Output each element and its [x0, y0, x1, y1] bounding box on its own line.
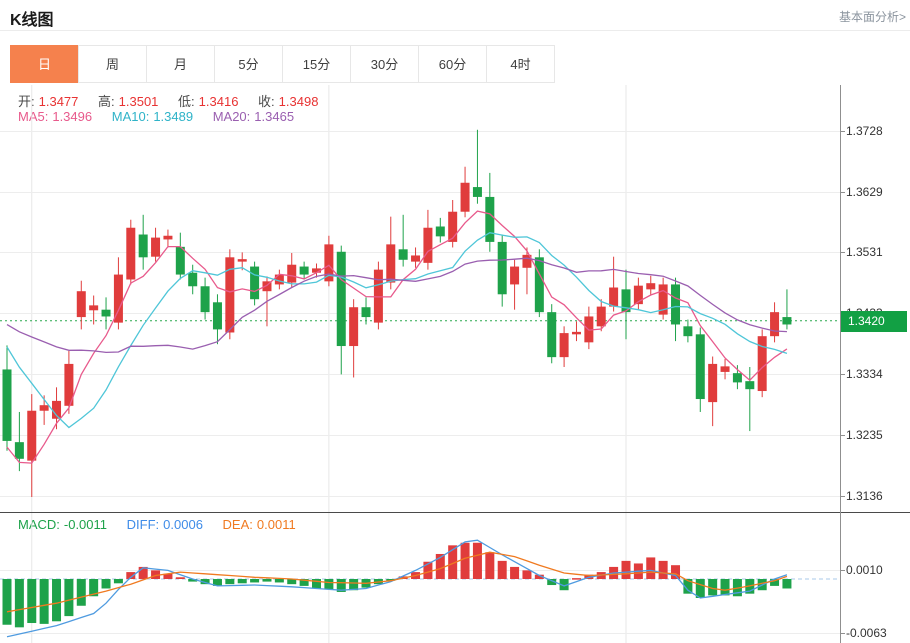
price-axis-label-tick	[840, 252, 845, 253]
period-tab-7[interactable]: 4时	[486, 45, 555, 83]
period-tabs: 日周月5分15分30分60分4时	[10, 45, 555, 83]
period-tab-2[interactable]: 月	[146, 45, 215, 83]
period-tab-4[interactable]: 15分	[282, 45, 351, 83]
price-axis-label: 1.3531	[846, 245, 883, 259]
price-axis-label: 1.3136	[846, 489, 883, 503]
period-tab-3[interactable]: 5分	[214, 45, 283, 83]
page-title: K线图	[10, 6, 54, 30]
price-axis-label: 1.3629	[846, 185, 883, 199]
price-axis-label-tick	[840, 496, 845, 497]
header-divider	[0, 30, 910, 31]
period-tab-1[interactable]: 周	[78, 45, 147, 83]
macd-axis-label: -0.0063	[846, 626, 887, 640]
period-tab-6[interactable]: 60分	[418, 45, 487, 83]
price-axis-label-tick	[840, 192, 845, 193]
kline-page: K线图 基本面分析> 日周月5分15分30分60分4时 开:1.3477 高:1…	[0, 0, 910, 643]
macd-axis-label-tick	[840, 633, 845, 634]
panel-separator	[0, 512, 910, 513]
fundamental-analysis-link[interactable]: 基本面分析>	[839, 8, 906, 25]
price-axis-label: 1.3334	[846, 367, 883, 381]
candlestick-chart	[0, 85, 840, 513]
period-tab-5[interactable]: 30分	[350, 45, 419, 83]
price-axis-label-tick	[840, 435, 845, 436]
price-axis-label-tick	[840, 374, 845, 375]
current-price-value: 1.3420	[848, 314, 885, 328]
y-axis-line	[840, 85, 841, 643]
price-axis-label: 1.3728	[846, 124, 883, 138]
price-axis-label-tick	[840, 131, 845, 132]
current-price-badge: 1.3420	[841, 311, 907, 332]
macd-axis-label: 0.0010	[846, 563, 883, 577]
macd-chart	[0, 513, 840, 643]
period-tab-0[interactable]: 日	[10, 45, 79, 83]
price-axis-label: 1.3235	[846, 428, 883, 442]
macd-axis-label-tick	[840, 570, 845, 571]
